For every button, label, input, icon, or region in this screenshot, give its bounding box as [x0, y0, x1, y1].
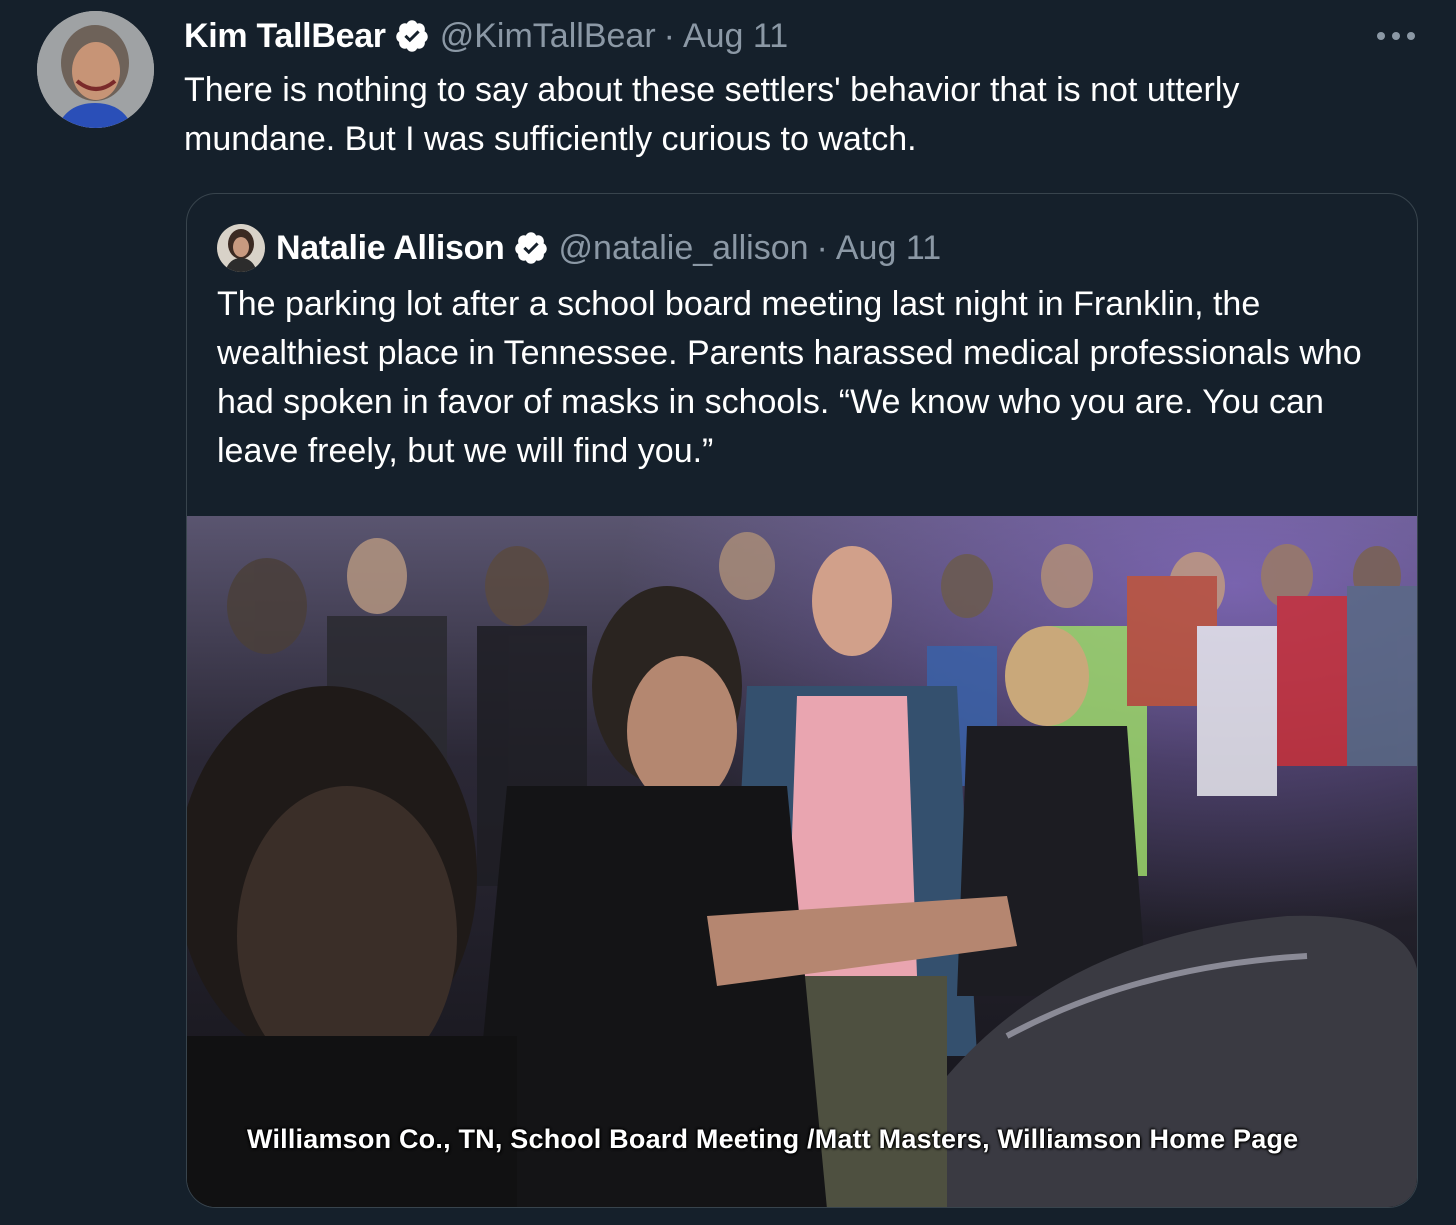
- user-avatar-icon: [37, 11, 154, 128]
- tweet-text: There is nothing to say about these sett…: [184, 71, 1240, 158]
- more-options-button[interactable]: [1374, 14, 1418, 58]
- author-avatar[interactable]: [37, 11, 154, 128]
- author-display-name[interactable]: Kim TallBear: [184, 17, 386, 56]
- tweet-header: Kim TallBear @KimTallBear · Aug 11: [184, 14, 788, 58]
- verified-badge-icon: [395, 20, 428, 52]
- quoted-tweet-timestamp[interactable]: Aug 11: [836, 229, 941, 268]
- quoted-author-handle[interactable]: @natalie_allison: [559, 229, 809, 268]
- quoted-tweet-header: Natalie Allison @natalie_allison · Aug 1…: [217, 222, 941, 274]
- quoted-author-display-name[interactable]: Natalie Allison: [276, 229, 505, 268]
- separator-dot: ·: [816, 228, 828, 267]
- video-caption: Williamson Co., TN, School Board Meeting…: [247, 1124, 1299, 1154]
- tweet[interactable]: Kim TallBear @KimTallBear · Aug 11 There…: [0, 0, 1456, 1225]
- quoted-author-avatar[interactable]: [217, 224, 265, 272]
- tweet-timestamp[interactable]: Aug 11: [683, 17, 788, 56]
- more-options-icon: [1377, 32, 1415, 40]
- verified-badge-icon: [514, 232, 547, 264]
- video-frame-image: [187, 516, 1417, 1207]
- quoted-tweet[interactable]: Natalie Allison @natalie_allison · Aug 1…: [186, 193, 1418, 1208]
- quoted-tweet-text: The parking lot after a school board mee…: [217, 285, 1362, 470]
- separator-dot: ·: [663, 16, 675, 55]
- author-handle[interactable]: @KimTallBear: [440, 17, 656, 56]
- user-avatar-icon: [217, 224, 265, 272]
- quoted-tweet-video[interactable]: Williamson Co., TN, School Board Meeting…: [187, 516, 1417, 1207]
